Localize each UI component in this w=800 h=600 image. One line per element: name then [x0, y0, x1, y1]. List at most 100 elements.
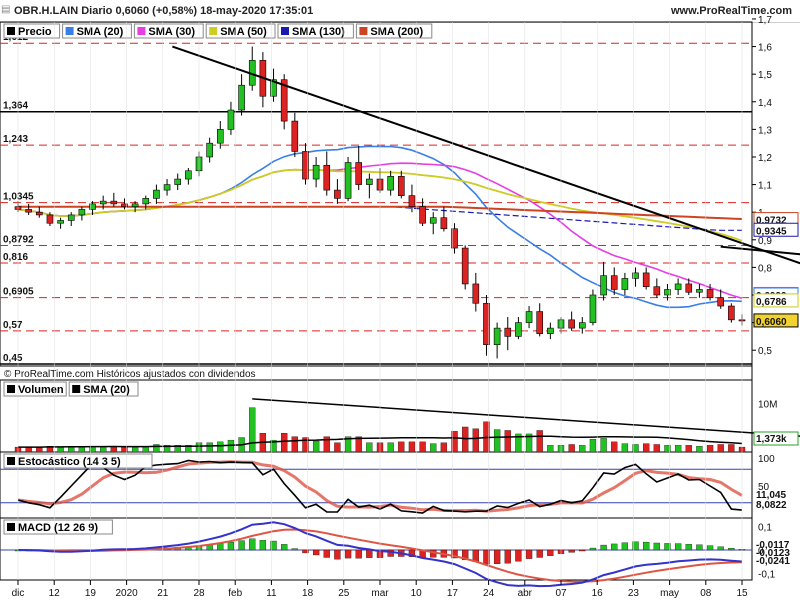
candle-body — [610, 275, 618, 290]
candle-body — [57, 220, 64, 224]
candle-body — [397, 175, 405, 196]
volume-bar — [706, 445, 714, 453]
candle-body — [163, 184, 171, 191]
candle-body — [110, 200, 118, 205]
volume-bar — [536, 430, 543, 453]
candle-body — [515, 322, 522, 337]
y-tick-label: 1,5 — [758, 70, 772, 81]
y-tick-label: 0,8 — [758, 263, 772, 274]
volume-bar — [547, 445, 554, 453]
x-tick-label: dic — [12, 588, 25, 599]
legend-swatch — [7, 523, 15, 531]
volume-bar — [387, 442, 394, 453]
legend-swatch — [7, 27, 15, 35]
candle-body — [35, 211, 43, 216]
macd-histogram-bar — [259, 540, 267, 551]
macd-histogram-bar — [568, 549, 575, 553]
candle-body — [600, 275, 607, 296]
candle-body — [174, 178, 182, 185]
y-tick-label: 1,7 — [758, 15, 772, 26]
panel-frame-price — [0, 21, 753, 367]
legend-label: SMA (20) — [77, 26, 124, 38]
legend-swatch — [281, 27, 289, 35]
stochastic-tick-label: 100 — [758, 454, 775, 465]
volume-bar — [579, 445, 586, 453]
legend-swatch — [209, 27, 218, 35]
macd-histogram-bar — [344, 549, 352, 559]
macd-histogram-bar — [281, 544, 288, 551]
level-label: 0,816 — [3, 252, 28, 263]
legend-swatch — [359, 27, 368, 35]
chart-canvas[interactable]: 1,6121,3641,2431,03450,87920,8160,69050,… — [0, 0, 800, 600]
legend-label: SMA (30) — [148, 26, 195, 38]
level-label: 0,45 — [3, 353, 23, 364]
candle-body — [674, 283, 682, 290]
legend-label: Volumen — [18, 384, 64, 396]
x-tick-label: 16 — [592, 588, 604, 599]
legend-swatch — [65, 27, 74, 35]
macd-histogram-bar — [643, 541, 650, 551]
candle-body — [323, 164, 331, 191]
level-label: 1,243 — [3, 134, 28, 145]
volume-bar — [696, 446, 703, 453]
footer-note: © ProRealTime.com Históricos ajustados c… — [4, 369, 256, 380]
candle-body — [334, 189, 341, 199]
x-tick-label: 17 — [447, 588, 459, 599]
candle-body — [131, 203, 139, 207]
macd-histogram-bar — [249, 538, 256, 551]
level-label: 0,57 — [3, 320, 23, 331]
y-tick-label: 0,9 — [758, 236, 772, 247]
candle-body — [408, 195, 416, 207]
y-tick-label: 1,6 — [758, 43, 772, 54]
volume-bar — [153, 444, 160, 453]
macd-histogram-bar — [238, 540, 245, 551]
candle-body — [536, 311, 544, 334]
candle-body — [589, 294, 597, 323]
x-tick-label: 11 — [266, 588, 277, 599]
volume-bar — [430, 443, 437, 453]
macd-histogram-bar — [334, 549, 341, 560]
candle-body — [67, 214, 75, 221]
candle-body — [216, 129, 224, 144]
x-tick-label: 12 — [49, 588, 61, 599]
macd-histogram-bar — [312, 549, 320, 556]
volume-bar — [504, 430, 511, 453]
macd-histogram-bar — [217, 543, 224, 551]
x-tick-label: 08 — [700, 588, 712, 599]
candle-body — [685, 283, 693, 293]
legend-label: SMA (130) — [292, 26, 345, 38]
volume-bar — [728, 444, 735, 453]
candle-body — [429, 217, 437, 224]
volume-bar — [653, 444, 660, 453]
candle-body — [312, 164, 320, 180]
macd-tick-label: 0,1 — [758, 523, 772, 534]
candle-body — [153, 189, 160, 199]
candle-body — [706, 289, 714, 299]
macd-histogram-bar — [653, 542, 660, 551]
candle-body — [419, 206, 426, 224]
candle-body — [46, 214, 54, 224]
candle-body — [493, 327, 501, 345]
volume-bar — [312, 440, 320, 453]
stochastic-tag-label: 8,0822 — [756, 500, 787, 511]
candle-body — [25, 209, 32, 213]
volume-bar — [419, 441, 426, 453]
x-tick-label: 21 — [157, 588, 169, 599]
price-tag-label: 0,9345 — [756, 226, 787, 237]
x-tick-label: 28 — [193, 588, 205, 599]
volume-bar — [621, 443, 629, 453]
x-tick-label: 2020 — [115, 588, 138, 599]
macd-histogram-bar — [291, 548, 298, 551]
candle-body — [227, 109, 235, 130]
macd-tick-label: -0,1 — [758, 569, 776, 580]
volume-bar — [568, 444, 575, 453]
legend-swatch — [7, 385, 15, 393]
x-tick-label: 24 — [483, 588, 495, 599]
macd-histogram-bar — [525, 549, 533, 559]
candle-body — [185, 170, 192, 180]
legend-label: MACD (12 26 9) — [18, 522, 98, 534]
x-tick-label: feb — [228, 588, 242, 599]
volume-bar — [206, 442, 213, 453]
level-label: 0,6905 — [3, 287, 34, 298]
volume-bar — [472, 428, 479, 453]
